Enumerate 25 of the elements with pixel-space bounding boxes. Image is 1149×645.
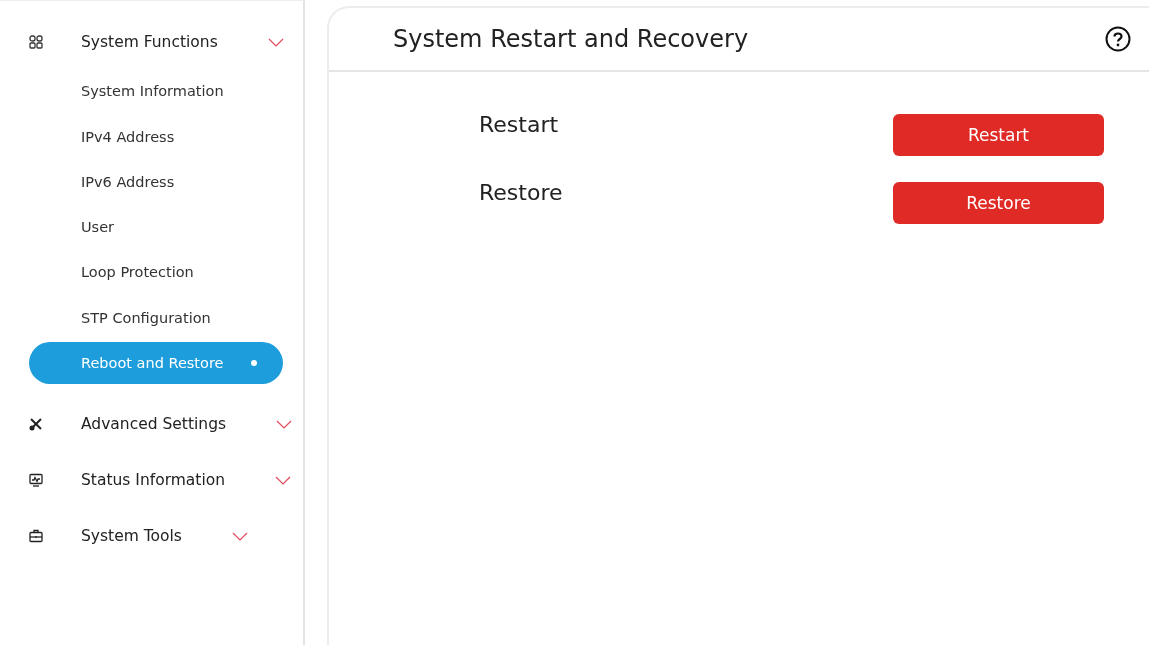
menu-group[interactable]: Advanced Settings [0,396,303,453]
chevron-down-icon [276,419,293,429]
menu-item[interactable]: User [29,206,283,249]
monitor-icon [29,473,43,488]
grid-icon [29,35,43,49]
toolbox-icon [29,529,43,544]
chevron-down-icon [275,475,292,485]
selected-dot-icon [251,360,257,367]
menu-group[interactable]: System Tools [0,508,303,565]
chevron-down-icon [231,531,248,541]
menu-item[interactable]: Loop Protection [29,251,283,294]
menu-item[interactable]: System Information [29,70,283,113]
action-label: Restart [479,112,559,137]
action-label: Restore [479,180,563,205]
menu-item[interactable]: IPv4 Address [29,115,283,158]
tools-icon [29,417,43,432]
chevron-down-icon [267,37,284,47]
help-icon[interactable] [1105,26,1131,52]
menu-group[interactable]: Status Information [0,452,303,509]
menu-group[interactable]: System Functions [0,14,303,70]
menu-item[interactable]: STP Configuration [29,296,283,339]
action-button[interactable]: Restart [893,114,1104,156]
action-button[interactable]: Restore [893,182,1104,224]
menu-item[interactable]: IPv6 Address [29,160,283,203]
panel-title: System Restart and Recovery [393,25,749,53]
